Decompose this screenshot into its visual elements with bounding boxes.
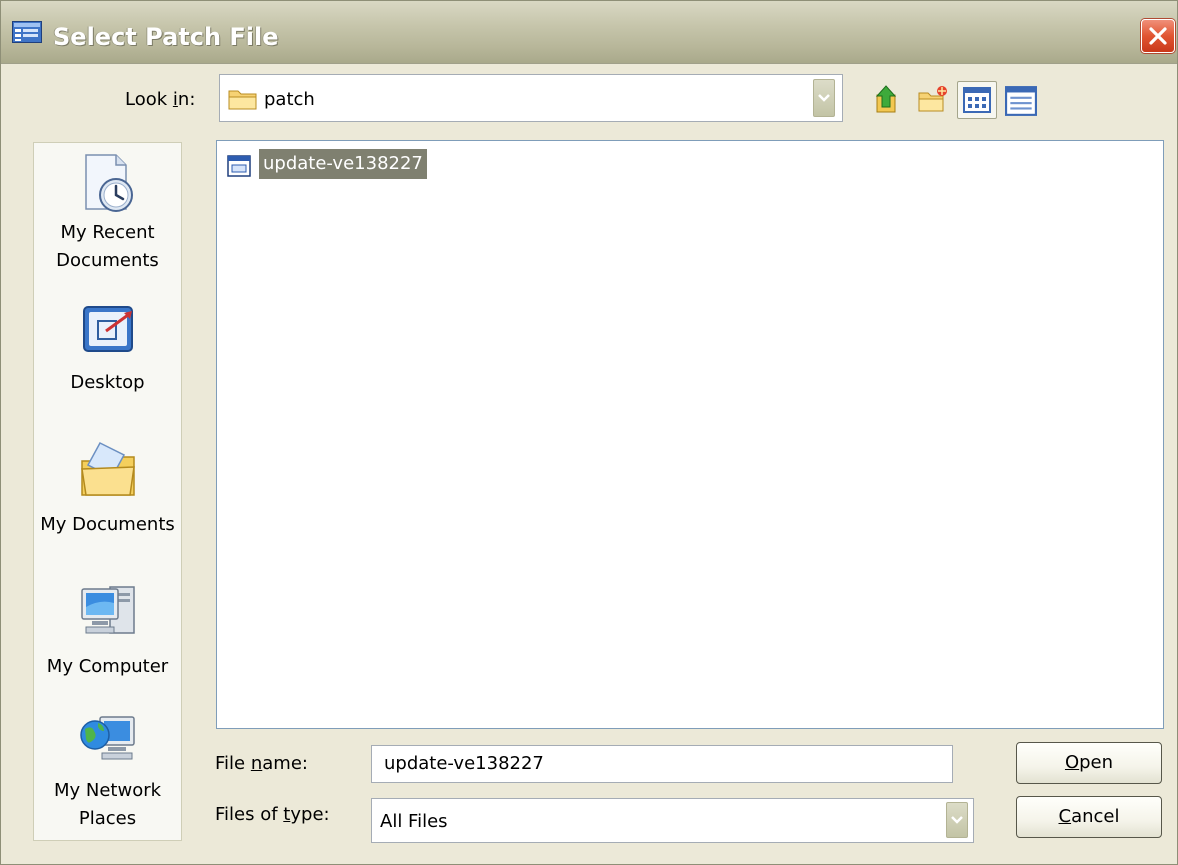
application-file-icon (227, 155, 251, 177)
places-bar: My Recent Documents Desktop My Documents (33, 142, 182, 841)
my-documents-icon (81, 442, 135, 496)
create-new-folder-icon[interactable] (917, 83, 949, 115)
files-of-type-dropdown-button[interactable] (946, 802, 968, 838)
place-label: Desktop (70, 372, 145, 393)
window-title: Select Patch File (53, 23, 279, 51)
chevron-down-icon (818, 94, 830, 102)
place-label: My Computer (46, 656, 169, 677)
file-list[interactable]: update-ve138227 (216, 140, 1164, 729)
chevron-down-icon (951, 816, 963, 824)
details-view-icon[interactable] (1005, 85, 1037, 117)
files-of-type-label: Files of type: (215, 804, 330, 825)
file-name-input[interactable]: update-ve138227 (371, 745, 953, 783)
cancel-button[interactable]: Cancel (1016, 796, 1162, 838)
look-in-dropdown[interactable]: patch (219, 74, 843, 122)
place-label: My Recent (60, 222, 155, 243)
place-desktop[interactable]: Desktop (34, 293, 181, 405)
place-label: My Documents (40, 514, 175, 535)
look-in-dropdown-button[interactable] (813, 79, 835, 117)
title-bar[interactable]: Select Patch File (1, 1, 1177, 64)
files-of-type-dropdown[interactable]: All Files (371, 798, 974, 843)
place-my-network-places[interactable]: My Network Places (34, 709, 181, 835)
view-menu-button[interactable] (957, 81, 997, 119)
my-computer-icon (81, 586, 135, 634)
file-name-label: File name: (215, 753, 308, 774)
folder-icon (228, 90, 257, 110)
place-my-recent-documents[interactable]: My Recent Documents (34, 147, 181, 277)
recent-documents-icon (85, 154, 133, 212)
files-of-type-value: All Files (380, 811, 448, 832)
close-button[interactable] (1141, 19, 1175, 53)
view-menu-icon (963, 87, 991, 113)
select-patch-file-dialog: Select Patch File Look in: patch My Rece… (0, 0, 1178, 865)
place-my-computer[interactable]: My Computer (34, 575, 181, 687)
look-in-value: patch (264, 89, 315, 110)
place-my-documents[interactable]: My Documents (34, 433, 181, 545)
my-network-places-icon (80, 716, 135, 760)
up-one-level-icon[interactable] (871, 83, 903, 115)
dialog-app-icon (12, 21, 42, 43)
file-name: update-ve138227 (259, 149, 427, 179)
place-label: Documents (56, 250, 159, 271)
close-icon (1149, 27, 1167, 45)
desktop-icon (83, 306, 133, 352)
place-label: My Network (53, 780, 162, 801)
place-label: Places (78, 808, 137, 829)
open-button[interactable]: Open (1016, 742, 1162, 784)
file-item[interactable]: update-ve138227 (223, 147, 437, 181)
look-in-label: Look in: (125, 89, 196, 110)
